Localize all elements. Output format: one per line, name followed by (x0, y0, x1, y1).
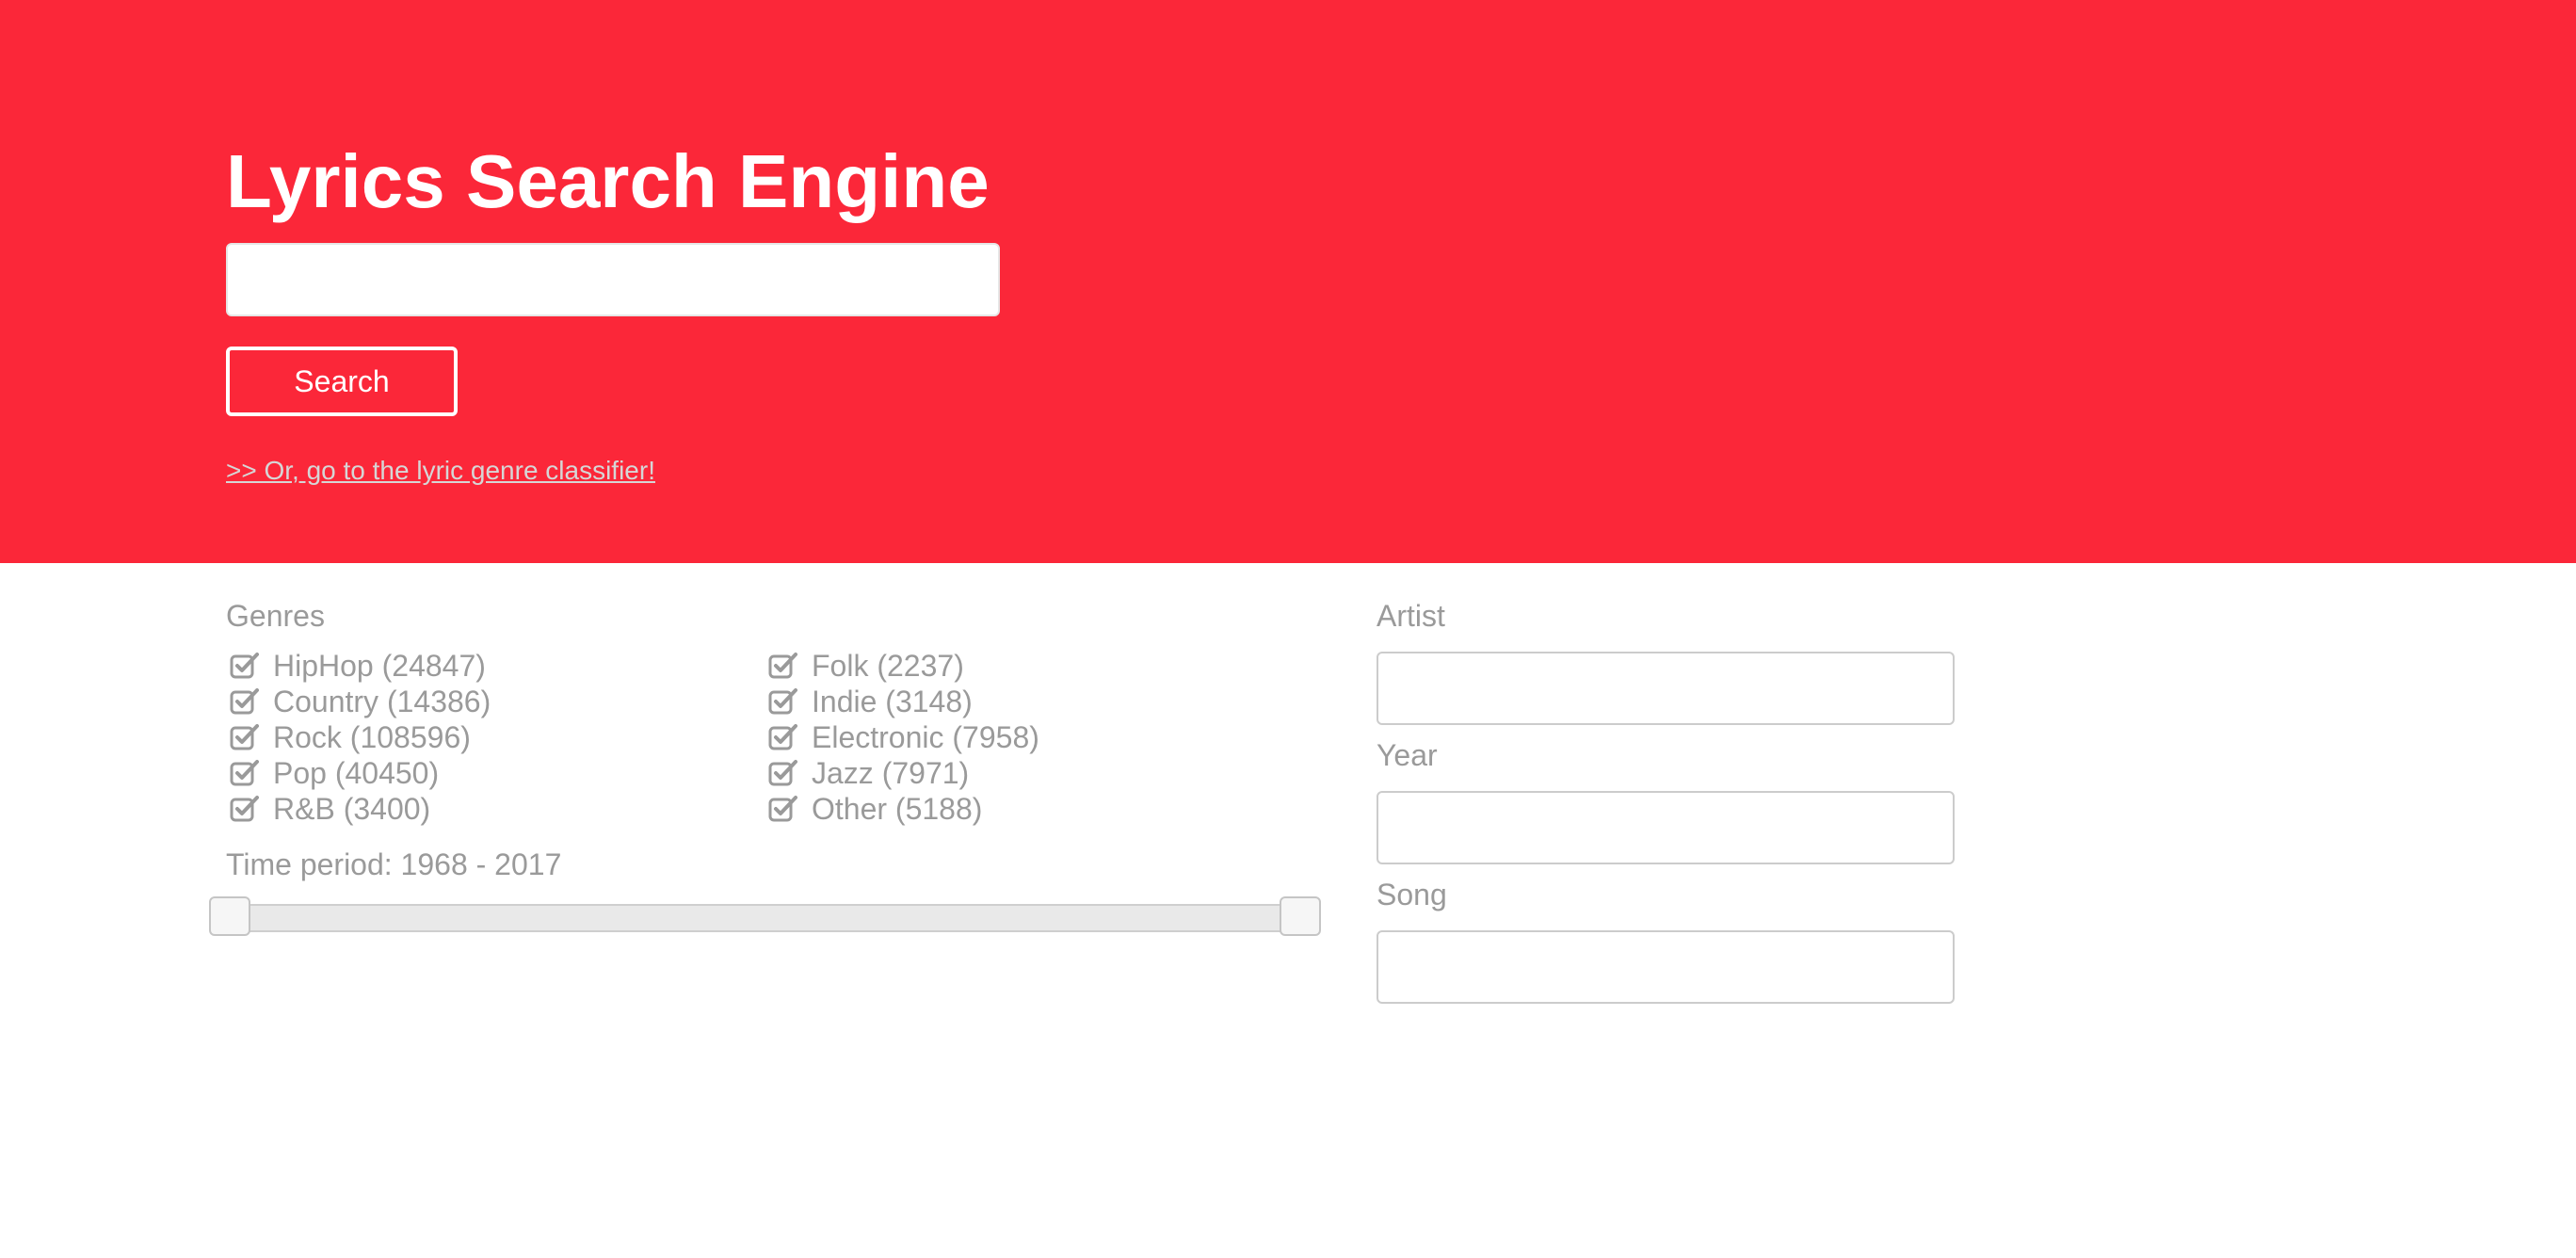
genre-checkbox-country[interactable]: Country (14386) (230, 684, 491, 719)
checkbox-checked-icon (230, 796, 259, 822)
checkbox-checked-icon (768, 688, 797, 715)
checkbox-checked-icon (768, 724, 797, 750)
search-button[interactable]: Search (226, 347, 458, 416)
genre-label: Other (5188) (812, 791, 983, 826)
checkbox-checked-icon (230, 724, 259, 750)
time-period-slider-track[interactable] (233, 904, 1312, 932)
checkbox-checked-icon (768, 760, 797, 786)
genre-label: R&B (3400) (273, 791, 431, 826)
genre-checkbox-hiphop[interactable]: HipHop (24847) (230, 648, 486, 684)
genre-checkbox-jazz[interactable]: Jazz (7971) (768, 755, 969, 791)
genre-checkbox-pop[interactable]: Pop (40450) (230, 755, 439, 791)
year-label: Year (1377, 738, 1438, 772)
artist-label: Artist (1377, 599, 1445, 633)
search-input[interactable] (226, 243, 1000, 316)
song-label: Song (1377, 878, 1447, 911)
genre-label: Folk (2237) (812, 648, 964, 683)
genre-checkbox-other[interactable]: Other (5188) (768, 791, 982, 827)
genre-label: Electronic (7958) (812, 719, 1039, 754)
checkbox-checked-icon (230, 653, 259, 679)
checkbox-checked-icon (768, 653, 797, 679)
genre-label: Jazz (7971) (812, 755, 970, 790)
time-period-label: Time period: 1968 - 2017 (226, 847, 562, 881)
genre-checkbox-rnb[interactable]: R&B (3400) (230, 791, 430, 827)
song-input[interactable] (1377, 930, 1955, 1004)
time-period-end-handle[interactable] (1280, 896, 1321, 936)
genre-checkbox-indie[interactable]: Indie (3148) (768, 684, 973, 719)
genre-checkbox-electronic[interactable]: Electronic (7958) (768, 719, 1039, 755)
genre-label: HipHop (24847) (273, 648, 486, 683)
genre-label: Country (14386) (273, 684, 491, 718)
checkbox-checked-icon (230, 688, 259, 715)
genre-checkbox-folk[interactable]: Folk (2237) (768, 648, 964, 684)
genre-label: Indie (3148) (812, 684, 973, 718)
year-input[interactable] (1377, 791, 1955, 864)
artist-input[interactable] (1377, 652, 1955, 725)
genre-classifier-link[interactable]: >> Or, go to the lyric genre classifier! (226, 456, 655, 486)
page-title: Lyrics Search Engine (226, 139, 990, 223)
hero-banner: Lyrics Search Engine Search >> Or, go to… (0, 0, 2576, 563)
time-period-start-handle[interactable] (209, 896, 250, 936)
genre-label: Pop (40450) (273, 755, 440, 790)
genres-label: Genres (226, 599, 325, 633)
genre-checkbox-rock[interactable]: Rock (108596) (230, 719, 471, 755)
genre-label: Rock (108596) (273, 719, 471, 754)
checkbox-checked-icon (230, 760, 259, 786)
checkbox-checked-icon (768, 796, 797, 822)
